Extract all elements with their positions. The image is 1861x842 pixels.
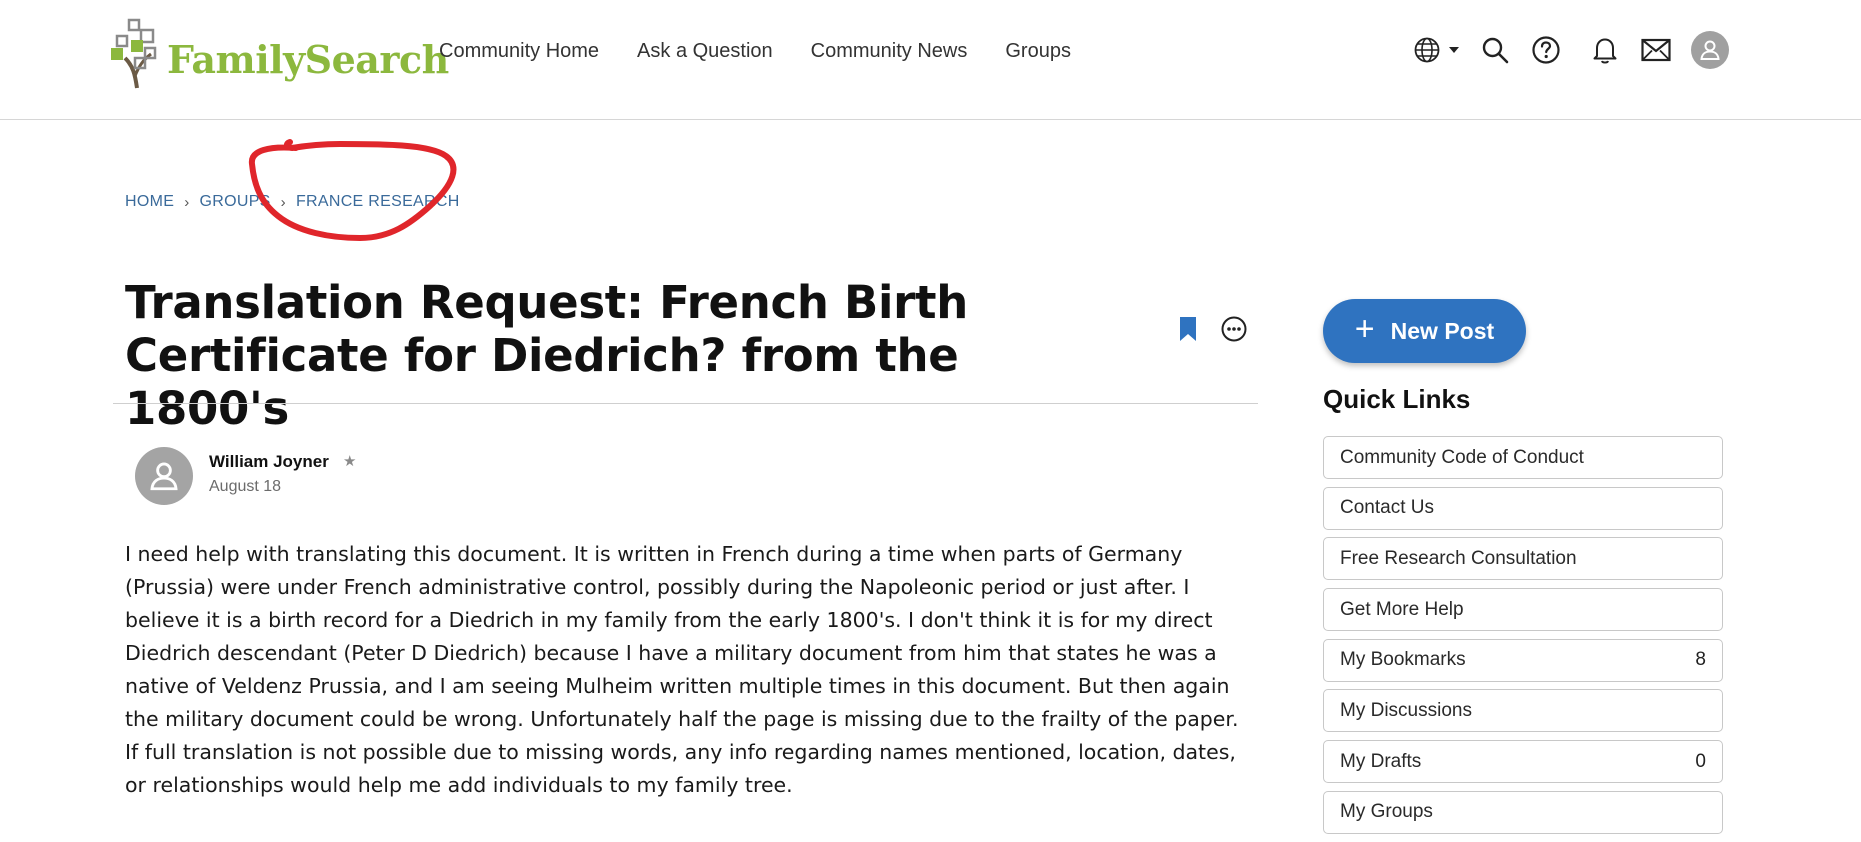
main-nav: Community Home Ask a Question Community … [439, 36, 1109, 66]
more-options-button[interactable] [1220, 315, 1248, 348]
familysearch-logo[interactable]: FamilySearch [111, 14, 449, 90]
author-name[interactable]: William Joyner [209, 452, 329, 472]
star-icon: ★ [343, 453, 357, 470]
nav-ask-a-question[interactable]: Ask a Question [637, 36, 773, 66]
bookmark-icon [1180, 317, 1196, 341]
new-post-button[interactable]: + New Post [1323, 299, 1526, 363]
breadcrumb-home[interactable]: HOME [125, 193, 174, 211]
globe-icon [1414, 37, 1440, 63]
header-icon-bar [1413, 30, 1729, 70]
notifications-button[interactable] [1591, 30, 1619, 70]
quick-link-label: My Bookmarks [1340, 649, 1466, 671]
author-avatar[interactable] [135, 447, 193, 505]
breadcrumb-france-research[interactable]: FRANCE RESEARCH [296, 193, 460, 211]
mail-icon [1641, 38, 1671, 62]
quick-link-my-discussions[interactable]: My Discussions [1323, 689, 1723, 733]
breadcrumb: HOME › GROUPS › FRANCE RESEARCH [125, 193, 460, 211]
search-button[interactable] [1481, 30, 1509, 70]
logo-text: FamilySearch [167, 36, 449, 82]
quick-link-my-groups[interactable]: My Groups [1323, 790, 1723, 834]
breadcrumb-separator: › [184, 193, 190, 211]
quick-link-label: Get More Help [1340, 598, 1464, 620]
nav-community-home[interactable]: Community Home [439, 36, 599, 66]
quick-link-get-more-help[interactable]: Get More Help [1323, 588, 1723, 632]
messages-button[interactable] [1641, 30, 1671, 70]
post-date: August 18 [209, 478, 282, 495]
bell-icon [1593, 38, 1617, 64]
quick-link-label: Free Research Consultation [1340, 547, 1577, 569]
nav-community-news[interactable]: Community News [811, 36, 968, 66]
quick-links-list: Community Code of Conduct Contact Us Fre… [1323, 436, 1723, 842]
quick-link-code-of-conduct[interactable]: Community Code of Conduct [1323, 436, 1723, 479]
search-icon [1482, 37, 1509, 64]
nav-groups[interactable]: Groups [1005, 36, 1071, 66]
post-body: I need help with translating this docume… [125, 542, 1239, 797]
quick-link-contact-us[interactable]: Contact Us [1323, 486, 1723, 530]
user-menu-button[interactable] [1691, 30, 1729, 70]
quick-links-title: Quick Links [1323, 384, 1471, 414]
quick-link-count: 8 [1695, 649, 1706, 671]
user-avatar-icon [150, 462, 178, 491]
user-avatar-icon [1691, 31, 1729, 69]
new-post-label: New Post [1390, 317, 1495, 344]
breadcrumb-groups[interactable]: GROUPS [200, 193, 271, 211]
bookmark-button[interactable] [1178, 316, 1198, 347]
help-icon [1532, 36, 1560, 64]
caret-down-icon [1449, 47, 1459, 53]
quick-link-label: Community Code of Conduct [1340, 446, 1584, 468]
breadcrumb-separator: › [280, 193, 286, 211]
more-options-icon [1221, 316, 1247, 342]
quick-link-label: My Discussions [1340, 699, 1472, 721]
post-title: Translation Request: French Birth Certif… [125, 276, 968, 435]
site-header: FamilySearch Community Home Ask a Questi… [0, 0, 1861, 120]
plus-icon: + [1354, 310, 1375, 348]
language-selector[interactable] [1413, 30, 1461, 70]
quick-link-label: My Drafts [1340, 750, 1422, 772]
quick-link-my-bookmarks[interactable]: My Bookmarks 8 [1323, 638, 1723, 682]
quick-link-free-research-consultation[interactable]: Free Research Consultation [1323, 537, 1723, 581]
quick-link-label: Contact Us [1340, 497, 1434, 519]
post-title-actions [1178, 315, 1248, 348]
quick-link-count: 0 [1695, 750, 1706, 772]
quick-link-label: My Groups [1340, 801, 1433, 823]
quick-link-my-drafts[interactable]: My Drafts 0 [1323, 740, 1723, 784]
family-tree-logo-icon [111, 14, 163, 90]
title-divider [113, 403, 1258, 404]
help-button[interactable] [1531, 30, 1561, 70]
